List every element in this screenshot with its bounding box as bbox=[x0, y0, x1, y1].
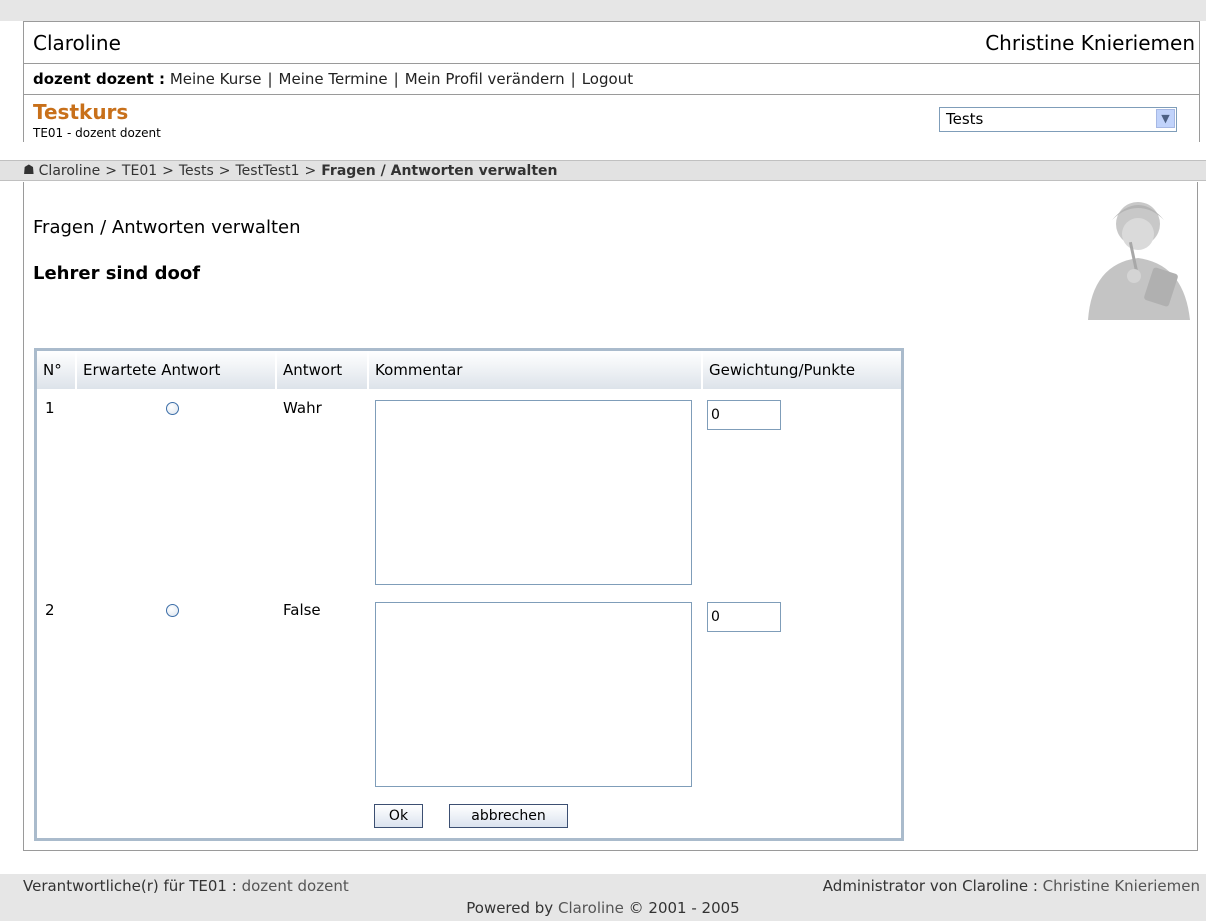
page-title: Fragen / Antworten verwalten bbox=[33, 217, 301, 238]
points-input[interactable] bbox=[707, 602, 781, 632]
title-bar: Claroline Christine Knieriemen bbox=[24, 21, 1199, 64]
breadcrumb-course[interactable]: TE01 bbox=[122, 163, 157, 179]
breadcrumb-current: Fragen / Antworten verwalten bbox=[321, 162, 558, 179]
tool-select[interactable]: Tests ▼ bbox=[939, 107, 1177, 132]
row-number: 1 bbox=[45, 399, 55, 417]
powered-suffix: © 2001 - 2005 bbox=[623, 899, 740, 917]
tool-select-value: Tests bbox=[946, 110, 984, 128]
course-bar: Testkurs TE01 - dozent dozent Tests ▼ bbox=[24, 95, 1199, 142]
powered-by: Powered by Claroline © 2001 - 2005 bbox=[0, 899, 1206, 917]
user-nav: dozent dozent : Meine Kurse | Meine Term… bbox=[24, 64, 1199, 95]
table-header: N° Erwartete Antwort Antwort Kommentar G… bbox=[37, 351, 901, 389]
breadcrumb-test[interactable]: TestTest1 bbox=[235, 163, 299, 179]
ok-button[interactable]: Ok bbox=[374, 804, 423, 828]
col-header-number: N° bbox=[37, 351, 77, 389]
main-content: Fragen / Antworten verwalten Lehrer sind… bbox=[23, 182, 1198, 851]
answer-text: Wahr bbox=[283, 399, 322, 417]
course-subtitle: TE01 - dozent dozent bbox=[33, 126, 161, 140]
expected-answer-radio[interactable] bbox=[166, 604, 179, 617]
breadcrumb-separator: > bbox=[304, 162, 317, 179]
row-number: 2 bbox=[45, 601, 55, 619]
footer-admin: Administrator von Claroline : Christine … bbox=[823, 877, 1200, 895]
breadcrumb-separator: > bbox=[218, 162, 231, 179]
breadcrumb-separator: > bbox=[105, 162, 117, 179]
comment-textarea[interactable] bbox=[375, 400, 692, 585]
course-title-link[interactable]: Testkurs bbox=[33, 100, 128, 124]
header-frame: Claroline Christine Knieriemen dozent do… bbox=[23, 21, 1200, 142]
nav-logout[interactable]: Logout bbox=[582, 70, 633, 88]
footer-responsible: Verantwortliche(r) für TE01 : dozent doz… bbox=[23, 877, 349, 895]
chevron-down-icon[interactable]: ▼ bbox=[1156, 109, 1175, 128]
nav-edit-profile[interactable]: Mein Profil verändern bbox=[405, 70, 565, 88]
admin-name-link[interactable]: Christine Knieriemen bbox=[985, 31, 1195, 55]
responsible-link[interactable]: dozent dozent bbox=[242, 877, 349, 895]
col-header-answer: Antwort bbox=[277, 351, 369, 389]
claroline-portrait-logo bbox=[1088, 202, 1190, 320]
nav-separator: | bbox=[570, 70, 576, 88]
admin-link[interactable]: Christine Knieriemen bbox=[1043, 877, 1200, 895]
nav-my-courses[interactable]: Meine Kurse bbox=[170, 70, 262, 88]
nav-separator: | bbox=[267, 70, 273, 88]
breadcrumb-home[interactable]: Claroline bbox=[39, 163, 101, 179]
nav-my-agenda[interactable]: Meine Termine bbox=[279, 70, 388, 88]
powered-prefix: Powered by bbox=[466, 899, 558, 917]
points-input[interactable] bbox=[707, 400, 781, 430]
answer-text: False bbox=[283, 601, 321, 619]
breadcrumb-tests[interactable]: Tests bbox=[179, 163, 214, 179]
site-name-link[interactable]: Claroline bbox=[33, 31, 121, 55]
cancel-button[interactable]: abbrechen bbox=[449, 804, 568, 828]
col-header-comment: Kommentar bbox=[369, 351, 703, 389]
footer: Verantwortliche(r) für TE01 : dozent doz… bbox=[0, 874, 1206, 921]
home-icon: ☗ bbox=[23, 163, 35, 178]
col-header-weighting: Gewichtung/Punkte bbox=[709, 361, 856, 379]
question-title: Lehrer sind doof bbox=[33, 263, 201, 284]
breadcrumb: ☗ Claroline > TE01 > Tests > TestTest1 >… bbox=[0, 160, 1206, 181]
comment-textarea[interactable] bbox=[375, 602, 692, 787]
admin-label: Administrator von Claroline : bbox=[822, 877, 1043, 895]
breadcrumb-separator: > bbox=[162, 162, 174, 179]
nav-separator: | bbox=[393, 70, 399, 88]
claroline-link[interactable]: Claroline bbox=[558, 899, 624, 917]
expected-answer-radio[interactable] bbox=[166, 402, 179, 415]
col-header-expected: Erwartete Antwort bbox=[77, 351, 277, 389]
user-name: dozent dozent : bbox=[33, 70, 166, 88]
responsible-label: Verantwortliche(r) für TE01 : bbox=[23, 877, 242, 895]
top-strip bbox=[0, 0, 1206, 21]
answers-table: N° Erwartete Antwort Antwort Kommentar G… bbox=[34, 348, 904, 841]
